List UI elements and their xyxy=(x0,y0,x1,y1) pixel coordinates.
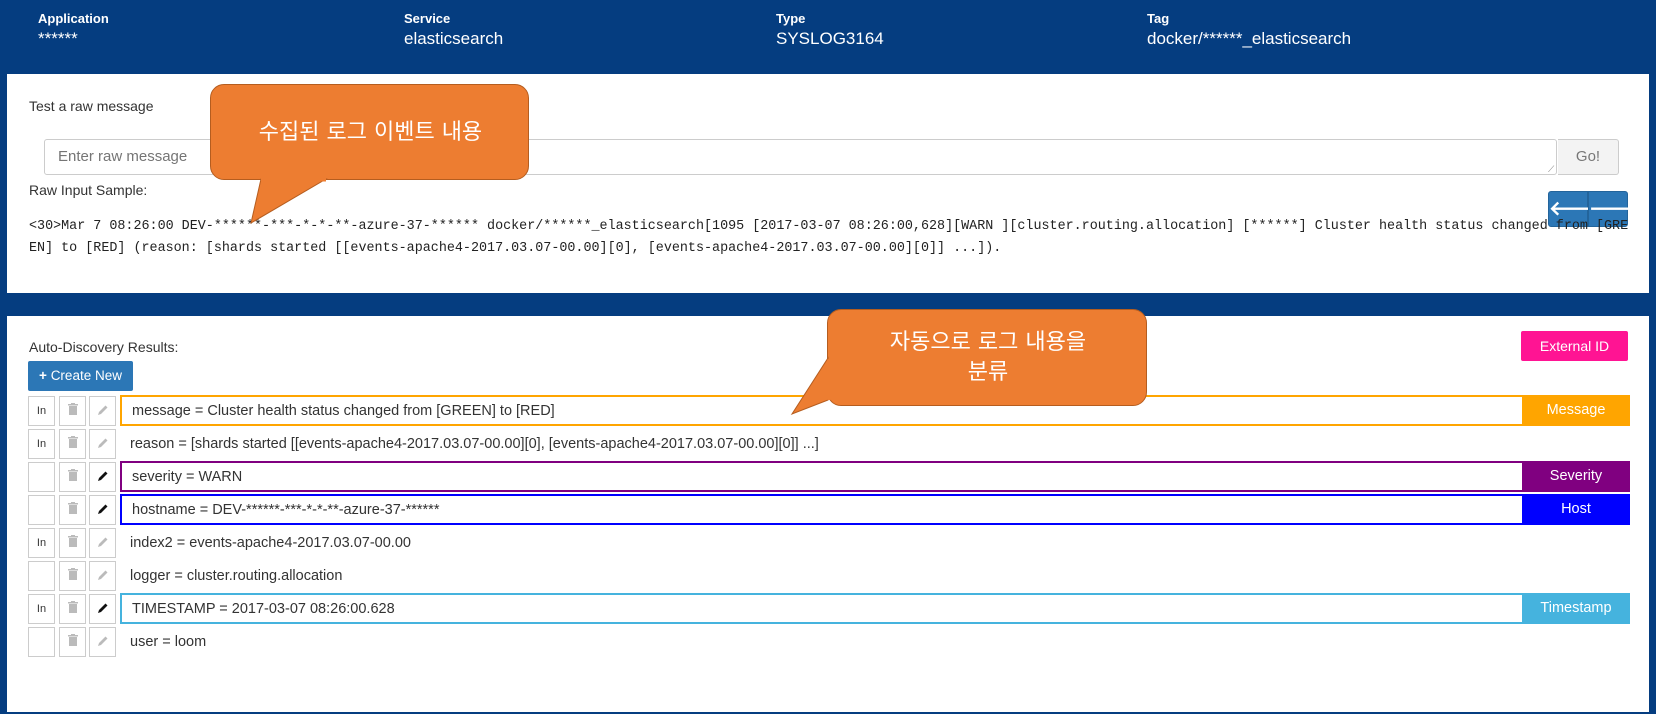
auto-classify-callout-line2: 분류 xyxy=(967,360,1009,385)
auto-classify-callout-line1: 자동으로 로그 내용을 xyxy=(889,330,1087,355)
result-row: In reason = [shards started [[events-apac… xyxy=(28,427,1628,460)
result-row: hostname = DEV-******-***-*-*-**-azure-3… xyxy=(28,493,1630,526)
edit-button[interactable] xyxy=(89,561,116,591)
header-bar: Application ****** Service elasticsearch… xyxy=(0,0,1656,74)
in-toggle-button[interactable] xyxy=(28,627,55,657)
in-toggle-button[interactable] xyxy=(28,495,55,525)
delete-button[interactable] xyxy=(59,594,86,624)
delete-button[interactable] xyxy=(59,462,86,492)
field-type-tag: Message xyxy=(1522,395,1630,426)
field-value-text: message = Cluster health status changed … xyxy=(132,403,555,419)
service-label: Service xyxy=(404,11,451,26)
result-row: In TIMESTAMP = 2017-03-07 08:26:00.628 Tim… xyxy=(28,592,1630,625)
field-type-tag: Host xyxy=(1522,494,1630,525)
delete-button[interactable] xyxy=(59,495,86,525)
in-toggle-button[interactable] xyxy=(28,462,55,492)
field-type-tag: Timestamp xyxy=(1522,593,1630,624)
trash-icon xyxy=(67,469,78,484)
auto-discovery-title: Auto-Discovery Results: xyxy=(29,339,179,355)
edit-button[interactable] xyxy=(89,528,116,558)
raw-sample-label: Raw Input Sample: xyxy=(29,182,148,198)
delete-button[interactable] xyxy=(59,528,86,558)
delete-button[interactable] xyxy=(59,429,86,459)
in-toggle-button[interactable]: In xyxy=(28,396,55,426)
trash-icon xyxy=(67,634,78,649)
delete-button[interactable] xyxy=(59,627,86,657)
discovered-field[interactable]: severity = WARN Severity xyxy=(120,461,1630,492)
auto-classify-callout: 자동으로 로그 내용을 분류 xyxy=(790,309,1147,416)
field-type-tag: Severity xyxy=(1522,461,1630,492)
result-row: user = loom xyxy=(28,625,1628,658)
tag-value: docker/******_elasticsearch xyxy=(1147,29,1352,48)
pencil-icon xyxy=(97,502,109,518)
create-new-button[interactable]: + Create New xyxy=(28,361,133,391)
discovery-results-list: In message = Cluster health status change… xyxy=(28,394,1630,658)
field-value-text: severity = WARN xyxy=(132,469,243,485)
trash-icon xyxy=(67,502,78,517)
result-row: severity = WARN Severity xyxy=(28,460,1630,493)
external-id-button[interactable]: External ID xyxy=(1521,331,1628,361)
edit-button[interactable] xyxy=(89,462,116,492)
pencil-icon xyxy=(97,436,109,452)
tag-label: Tag xyxy=(1147,11,1170,26)
delete-button[interactable] xyxy=(59,396,86,426)
field-value-text: user = loom xyxy=(130,634,207,650)
edit-button[interactable] xyxy=(89,429,116,459)
application-value: ****** xyxy=(38,29,78,48)
delete-button[interactable] xyxy=(59,561,86,591)
in-toggle-button[interactable] xyxy=(28,561,55,591)
discovered-field[interactable]: index2 = events-apache4-2017.03.07-00.00 xyxy=(120,527,1630,558)
resize-grip-icon[interactable]: ⟋ xyxy=(1548,165,1556,174)
trash-icon xyxy=(67,601,78,616)
in-toggle-button[interactable]: In xyxy=(28,528,55,558)
go-button[interactable]: Go! xyxy=(1558,139,1619,175)
pencil-icon xyxy=(97,568,109,584)
test-message-title: Test a raw message xyxy=(29,98,154,114)
raw-log-callout: 수집된 로그 이벤트 내용 xyxy=(210,84,529,225)
plus-icon: + xyxy=(39,368,47,383)
application-info: Application ****** xyxy=(38,11,109,49)
callout-pointer xyxy=(250,178,328,225)
tag-info: Tag docker/******_elasticsearch xyxy=(1147,11,1351,49)
application-label: Application xyxy=(38,11,109,26)
edit-button[interactable] xyxy=(89,594,116,624)
discovered-field[interactable]: TIMESTAMP = 2017-03-07 08:26:00.628 Times… xyxy=(120,593,1630,624)
discovered-field[interactable]: reason = [shards started [[events-apache… xyxy=(120,428,1630,459)
field-value-text: TIMESTAMP = 2017-03-07 08:26:00.628 xyxy=(132,601,395,617)
edit-button[interactable] xyxy=(89,495,116,525)
discovered-field[interactable]: hostname = DEV-******-***-*-*-**-azure-3… xyxy=(120,494,1630,525)
pencil-icon xyxy=(97,601,109,617)
trash-icon xyxy=(67,436,78,451)
create-new-label: Create New xyxy=(50,368,122,383)
pencil-icon xyxy=(97,535,109,551)
field-value-text: index2 = events-apache4-2017.03.07-00.00 xyxy=(130,535,411,551)
result-row: logger = cluster.routing.allocation xyxy=(28,559,1628,592)
service-value: elasticsearch xyxy=(404,29,504,48)
service-info: Service elasticsearch xyxy=(404,11,503,49)
pencil-icon xyxy=(97,469,109,485)
trash-icon xyxy=(67,535,78,550)
discovered-field[interactable]: user = loom xyxy=(120,626,1630,657)
type-label: Type xyxy=(776,11,806,26)
edit-button[interactable] xyxy=(89,627,116,657)
type-info: Type SYSLOG3164 xyxy=(776,11,884,49)
result-row: In index2 = events-apache4-2017.03.07-00.… xyxy=(28,526,1628,559)
trash-icon xyxy=(67,568,78,583)
in-toggle-button[interactable]: In xyxy=(28,594,55,624)
trash-icon xyxy=(67,403,78,418)
field-value-text: logger = cluster.routing.allocation xyxy=(130,568,343,584)
type-value: SYSLOG3164 xyxy=(776,29,884,48)
pencil-icon xyxy=(97,634,109,650)
discovered-field[interactable]: logger = cluster.routing.allocation xyxy=(120,560,1630,591)
pencil-icon xyxy=(97,403,109,419)
in-toggle-button[interactable]: In xyxy=(28,429,55,459)
edit-button[interactable] xyxy=(89,396,116,426)
field-value-text: reason = [shards started [[events-apache… xyxy=(130,436,819,452)
field-value-text: hostname = DEV-******-***-*-*-**-azure-3… xyxy=(132,502,440,518)
raw-log-callout-text: 수집된 로그 이벤트 내용 xyxy=(258,120,483,145)
